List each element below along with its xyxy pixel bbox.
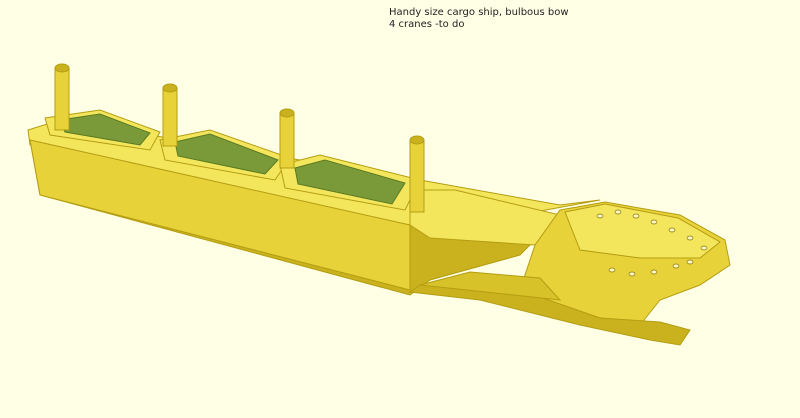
model-caption: Handy size cargo ship, bulbous bow 4 cra… xyxy=(389,7,569,31)
crane-2 xyxy=(162,83,178,147)
caption-line-1: Handy size cargo ship, bulbous bow xyxy=(389,7,569,18)
ship-model xyxy=(27,63,731,346)
crane-1 xyxy=(54,63,70,131)
crane-3 xyxy=(279,108,295,169)
3d-viewport[interactable]: Handy size cargo ship, bulbous bow 4 cra… xyxy=(0,0,800,418)
bow-deck xyxy=(564,203,721,259)
forward-deck xyxy=(409,189,561,246)
caption-line-2: 4 cranes -to do xyxy=(389,19,465,30)
crane-4 xyxy=(409,135,425,213)
